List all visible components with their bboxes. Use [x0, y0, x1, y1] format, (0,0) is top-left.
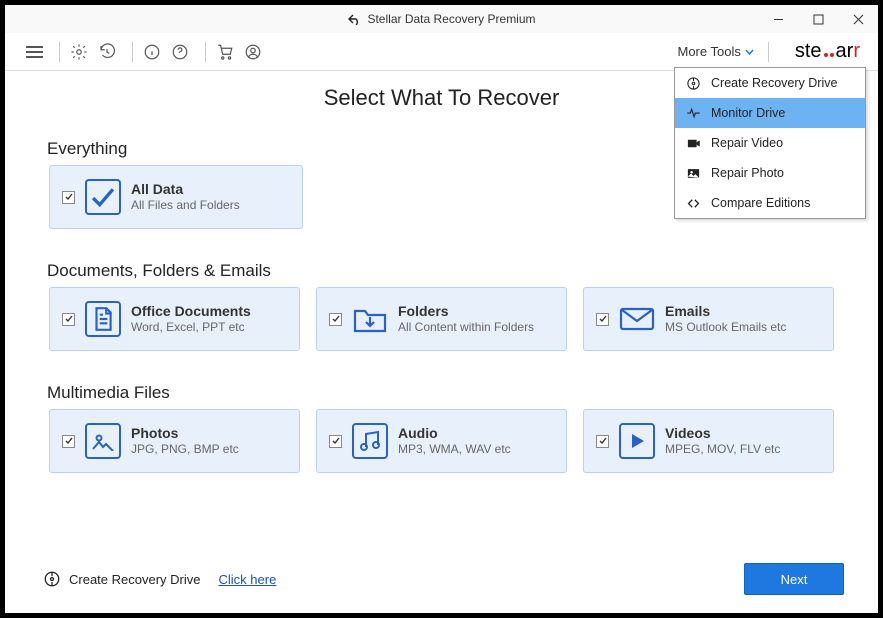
cart-icon[interactable] — [214, 41, 236, 63]
video-repair-icon — [685, 135, 701, 151]
chevron-down-icon — [745, 49, 754, 55]
toolbar: More Tools stearr — [5, 33, 878, 71]
menu-item-repair-video[interactable]: Repair Video — [675, 128, 865, 158]
card-title: Audio — [398, 425, 511, 443]
separator — [768, 42, 769, 62]
checkbox-emails[interactable] — [596, 313, 609, 326]
brand-logo: stearr — [795, 40, 860, 63]
document-icon — [85, 301, 121, 337]
section-title-multimedia: Multimedia Files — [47, 383, 834, 403]
checkbox-videos[interactable] — [596, 435, 609, 448]
music-icon — [352, 423, 388, 459]
card-title: Videos — [665, 425, 780, 443]
pulse-icon — [685, 105, 701, 121]
card-folders[interactable]: Folders All Content within Folders — [316, 287, 567, 351]
card-subtitle: MPEG, MOV, FLV etc — [665, 442, 780, 457]
card-office-documents[interactable]: Office Documents Word, Excel, PPT etc — [49, 287, 300, 351]
menu-item-label: Repair Photo — [711, 166, 784, 180]
card-subtitle: JPG, PNG, BMP etc — [131, 442, 239, 457]
compare-icon — [685, 195, 701, 211]
play-icon — [619, 423, 655, 459]
help-icon[interactable] — [169, 41, 191, 63]
card-videos[interactable]: Videos MPEG, MOV, FLV etc — [583, 409, 834, 473]
folder-download-icon — [352, 301, 388, 337]
card-subtitle: Word, Excel, PPT etc — [131, 320, 251, 335]
menu-item-label: Create Recovery Drive — [711, 76, 837, 90]
card-emails[interactable]: Emails MS Outlook Emails etc — [583, 287, 834, 351]
card-all-data[interactable]: All Data All Files and Folders — [49, 165, 303, 229]
card-audio[interactable]: Audio MP3, WMA, WAV etc — [316, 409, 567, 473]
more-tools-menu: Create Recovery Drive Monitor Drive Repa… — [674, 67, 866, 219]
mail-icon — [619, 301, 655, 337]
close-button[interactable] — [838, 5, 878, 33]
minimize-button[interactable] — [758, 5, 798, 33]
menu-item-repair-photo[interactable]: Repair Photo — [675, 158, 865, 188]
click-here-link[interactable]: Click here — [219, 572, 277, 587]
checkbox-all-data[interactable] — [62, 191, 75, 204]
more-tools-label: More Tools — [678, 44, 741, 59]
info-icon[interactable] — [141, 41, 163, 63]
checkbox-office[interactable] — [62, 313, 75, 326]
user-icon[interactable] — [242, 41, 264, 63]
app-window: Stellar Data Recovery Premium More Tools… — [5, 5, 878, 613]
card-photos[interactable]: Photos JPG, PNG, BMP etc — [49, 409, 300, 473]
titlebar: Stellar Data Recovery Premium — [5, 5, 878, 33]
section-title-docs: Documents, Folders & Emails — [47, 261, 834, 281]
footer-label: Create Recovery Drive — [69, 572, 201, 587]
photo-repair-icon — [685, 165, 701, 181]
card-title: Emails — [665, 303, 786, 321]
recovery-drive-icon — [43, 570, 61, 588]
separator — [205, 42, 206, 62]
history-icon[interactable] — [96, 41, 118, 63]
image-icon — [85, 423, 121, 459]
separator — [59, 42, 60, 62]
card-subtitle: All Content within Folders — [398, 320, 534, 335]
menu-item-label: Monitor Drive — [711, 106, 785, 120]
undo-icon — [347, 13, 361, 25]
menu-item-monitor-drive[interactable]: Monitor Drive — [675, 98, 865, 128]
menu-item-create-recovery-drive[interactable]: Create Recovery Drive — [675, 68, 865, 98]
card-subtitle: MS Outlook Emails etc — [665, 320, 786, 335]
card-title: Folders — [398, 303, 534, 321]
separator — [132, 42, 133, 62]
card-title: All Data — [131, 181, 240, 199]
next-button[interactable]: Next — [744, 563, 844, 595]
card-title: Photos — [131, 425, 239, 443]
checkbox-photos[interactable] — [62, 435, 75, 448]
checkbox-folders[interactable] — [329, 313, 342, 326]
maximize-button[interactable] — [798, 5, 838, 33]
card-subtitle: All Files and Folders — [131, 198, 240, 213]
menu-item-label: Repair Video — [711, 136, 783, 150]
menu-item-compare-editions[interactable]: Compare Editions — [675, 188, 865, 218]
app-title: Stellar Data Recovery Premium — [367, 12, 535, 26]
footer: Create Recovery Drive Click here Next — [5, 545, 878, 613]
menu-button[interactable] — [23, 41, 45, 63]
check-icon — [85, 179, 121, 215]
disc-icon — [685, 75, 701, 91]
checkbox-audio[interactable] — [329, 435, 342, 448]
more-tools-dropdown[interactable]: More Tools — [678, 44, 754, 59]
menu-item-label: Compare Editions — [711, 196, 810, 210]
gear-icon[interactable] — [68, 41, 90, 63]
card-subtitle: MP3, WMA, WAV etc — [398, 442, 511, 457]
card-title: Office Documents — [131, 303, 251, 321]
